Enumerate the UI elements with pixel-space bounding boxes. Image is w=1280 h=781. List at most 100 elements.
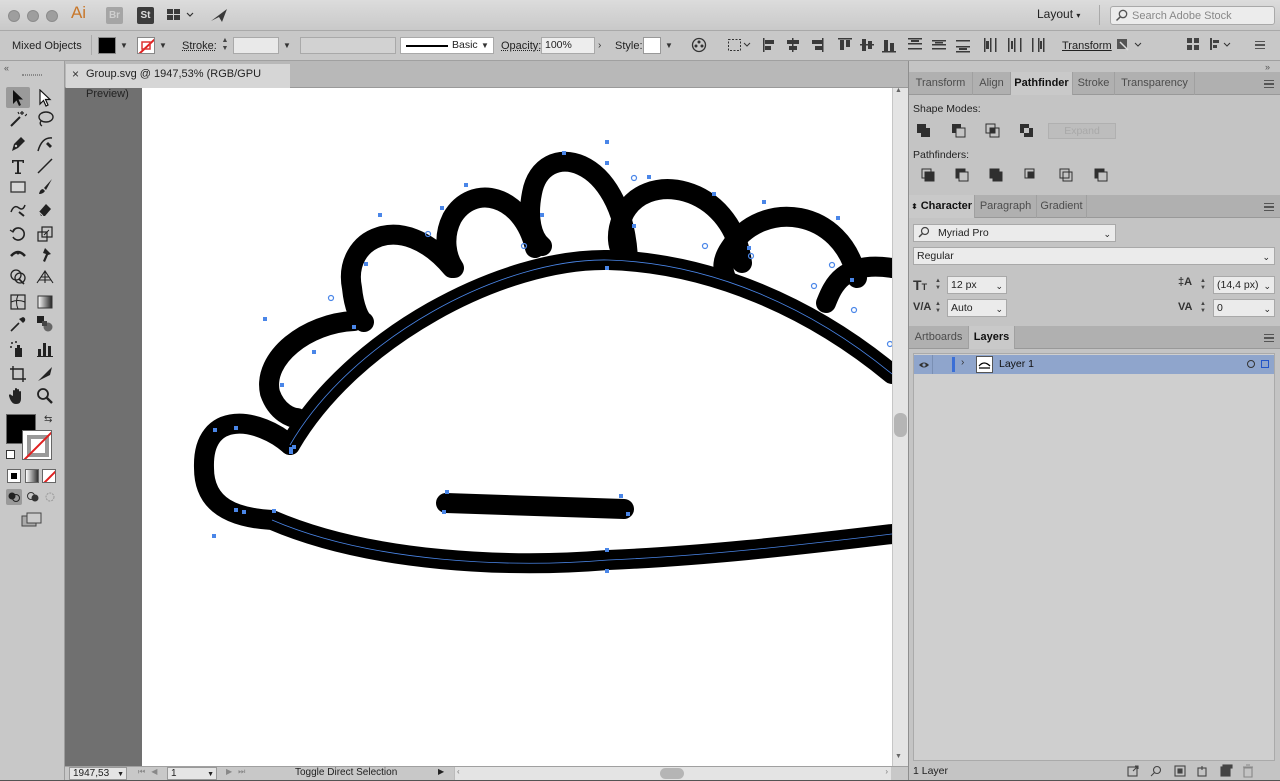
selection-tool-icon[interactable] [8, 88, 28, 108]
variable-width-profile[interactable] [300, 37, 396, 54]
hand-tool-icon[interactable] [8, 386, 28, 406]
artboard-number-field[interactable]: 1 ▼ [167, 767, 217, 780]
kerning-field[interactable]: Auto ⌄ [947, 299, 1007, 317]
shaper-tool-icon[interactable] [8, 199, 28, 219]
tab-transform[interactable]: Transform [909, 72, 973, 95]
stroke-color-box[interactable] [22, 430, 52, 460]
slice-tool-icon[interactable] [35, 364, 55, 384]
gradient-tool-icon[interactable] [35, 292, 55, 312]
vertical-scroll-thumb[interactable] [894, 413, 907, 437]
color-mode-button[interactable] [7, 469, 21, 483]
stroke-swatch[interactable] [137, 37, 155, 54]
tab-artboards[interactable]: Artboards [909, 326, 969, 349]
panel-menu-icon[interactable] [1264, 203, 1274, 211]
transform-link[interactable]: Transform [1062, 38, 1112, 55]
stroke-label[interactable]: Stroke: [182, 38, 217, 55]
chevron-right-icon[interactable]: › [961, 357, 964, 368]
minimize-window-button[interactable] [27, 10, 39, 22]
stroke-weight-stepper[interactable]: ▲ ▼ [219, 37, 231, 54]
eye-icon[interactable] [918, 360, 930, 372]
workspace-switcher[interactable]: Layout ▾ [1037, 7, 1080, 21]
collapse-dock-icon[interactable]: » [1265, 62, 1270, 72]
pen-tool-icon[interactable] [8, 134, 28, 154]
width-tool-icon[interactable] [8, 245, 28, 265]
tab-paragraph[interactable]: Paragraph [975, 195, 1037, 218]
panel-grip[interactable] [22, 74, 42, 76]
screen-mode-icon[interactable] [21, 512, 43, 531]
paintbrush-tool-icon[interactable] [35, 177, 55, 197]
scroll-up-icon[interactable]: ▲ [895, 87, 902, 94]
default-fill-stroke-icon[interactable] [6, 450, 15, 459]
tab-transparency[interactable]: Transparency [1115, 72, 1195, 95]
kerning-stepper[interactable]: ▲ ▼ [935, 301, 941, 315]
arrange-icon[interactable] [1187, 38, 1199, 53]
graphic-style-swatch[interactable] [643, 37, 661, 54]
eyedropper-tool-icon[interactable] [8, 314, 28, 334]
tracking-field[interactable]: 0 ⌄ [1213, 299, 1275, 317]
fill-swatch[interactable] [98, 37, 116, 54]
font-family-field[interactable]: Myriad Pro ⌄ [913, 224, 1116, 242]
gpu-performance-icon[interactable] [210, 7, 228, 26]
scale-tool-icon[interactable] [35, 224, 55, 244]
perspective-grid-tool-icon[interactable] [35, 267, 55, 287]
zoom-window-button[interactable] [46, 10, 58, 22]
gradient-mode-button[interactable] [25, 469, 39, 483]
scroll-down-icon[interactable]: ▼ [895, 753, 902, 760]
opacity-field[interactable]: 100% [541, 37, 595, 54]
vertical-scrollbar[interactable]: ▲ ▼ [892, 87, 908, 766]
close-icon[interactable]: × [72, 64, 79, 84]
blend-tool-icon[interactable] [35, 314, 55, 334]
document-tab[interactable]: × Group.svg @ 1947,53% (RGB/GPU Preview) [66, 64, 290, 100]
recolor-artwork-icon[interactable] [691, 37, 707, 56]
bridge-button[interactable]: Br [106, 7, 123, 24]
leading-field[interactable]: (14,4 px) ⌄ [1213, 276, 1275, 294]
align-to-selection-icon[interactable] [727, 37, 751, 56]
puppet-warp-tool-icon[interactable] [35, 245, 55, 265]
layer-target-icon[interactable] [1247, 360, 1255, 368]
chevron-down-icon[interactable]: ▼ [665, 41, 673, 50]
tab-align[interactable]: Align [973, 72, 1011, 95]
artboard-nav-prev-icons[interactable]: ⏮◀ [138, 767, 163, 777]
control-bar-menu-icon[interactable] [1255, 41, 1265, 49]
distribute-icon[interactable] [1210, 38, 1232, 55]
isolate-selected-icon[interactable] [1115, 37, 1143, 56]
chevron-down-icon[interactable]: ▼ [159, 41, 167, 50]
tab-gradient[interactable]: Gradient [1037, 195, 1087, 218]
column-graph-tool-icon[interactable] [35, 339, 55, 359]
horizontal-scrollbar[interactable]: ‹ › [454, 767, 891, 780]
status-menu-icon[interactable]: ▶ [438, 767, 444, 776]
symbol-sprayer-tool-icon[interactable] [8, 339, 28, 359]
layer-name[interactable]: Layer 1 [999, 358, 1034, 370]
panel-menu-icon[interactable] [1264, 334, 1274, 342]
artboard[interactable] [142, 88, 892, 766]
arrange-documents-icon[interactable] [167, 9, 195, 24]
tracking-stepper[interactable]: ▲ ▼ [1200, 301, 1206, 315]
chevron-right-icon[interactable]: › [598, 40, 601, 51]
font-size-stepper[interactable]: ▲ ▼ [935, 278, 941, 292]
swap-fill-stroke-icon[interactable]: ⇆ [44, 414, 52, 425]
eraser-tool-icon[interactable] [35, 199, 55, 219]
rectangle-tool-icon[interactable] [8, 177, 28, 197]
dumpling-artwork[interactable] [142, 88, 892, 766]
chevron-down-icon[interactable]: ▼ [283, 41, 291, 50]
zoom-field[interactable]: 1947,53 ▼ [69, 767, 127, 780]
type-tool-icon[interactable] [8, 156, 28, 176]
stroke-weight-field[interactable] [233, 37, 279, 54]
horizontal-scroll-thumb[interactable] [660, 768, 684, 779]
leading-stepper[interactable]: ▲ ▼ [1200, 278, 1206, 292]
stock-search-box[interactable]: Search Adobe Stock [1110, 6, 1275, 25]
collapse-panel-icon[interactable]: « [4, 63, 9, 73]
zoom-tool-icon[interactable] [35, 386, 55, 406]
tab-character[interactable]: ⬍ Character [909, 195, 975, 218]
shape-builder-tool-icon[interactable] [8, 267, 28, 287]
expand-button[interactable]: Expand [1048, 123, 1116, 139]
scroll-right-icon[interactable]: › [885, 767, 888, 776]
font-style-field[interactable]: Regular ⌄ [913, 247, 1275, 265]
lasso-tool-icon[interactable] [35, 109, 55, 129]
none-mode-button[interactable] [42, 469, 56, 483]
stock-button[interactable]: St [137, 7, 154, 24]
tab-pathfinder[interactable]: Pathfinder [1011, 72, 1073, 95]
line-segment-tool-icon[interactable] [35, 156, 55, 176]
draw-normal-button[interactable] [6, 489, 22, 505]
layer-selection-indicator[interactable] [1261, 360, 1269, 368]
